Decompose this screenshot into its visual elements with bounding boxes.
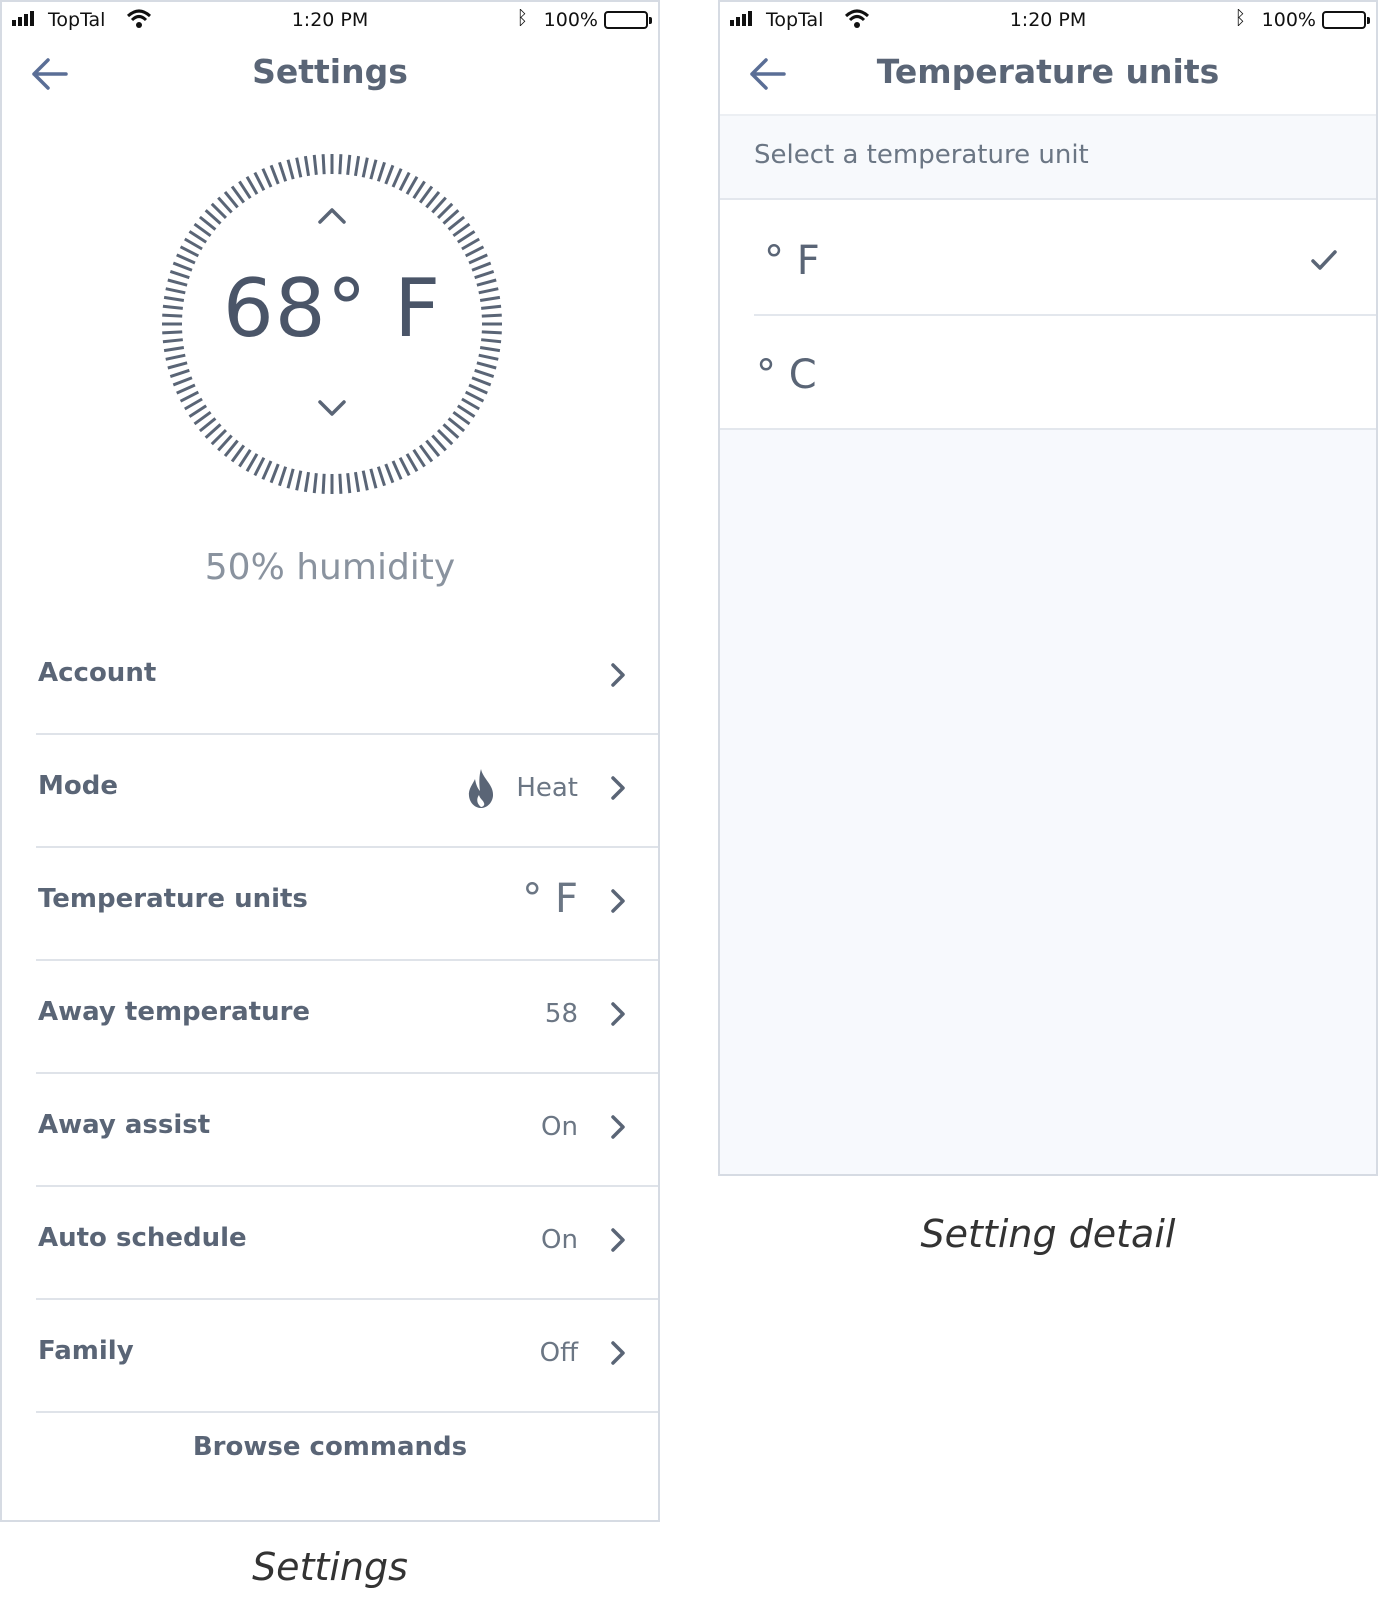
checkmark-icon [1311, 250, 1337, 270]
settings-screen: TopTal 1:20 PM ᛒ 100% Settings 68° F 50%… [0, 0, 660, 1522]
chevron-right-icon [611, 889, 625, 913]
section-header-text: Select a temperature unit [754, 140, 1089, 170]
battery-percent: 100% [543, 9, 598, 31]
battery-icon [1322, 11, 1370, 29]
settings-row-temperature-units[interactable]: Temperature units ° F [36, 848, 658, 961]
row-label: Account [38, 658, 157, 688]
page-title: Settings [252, 52, 408, 91]
caption-setting-detail: Setting detail [920, 1212, 1176, 1256]
section-header: Select a temperature unit [720, 116, 1376, 200]
unit-label: ° F [764, 238, 820, 284]
caption-settings: Settings [252, 1545, 408, 1589]
row-value: 58 [544, 999, 578, 1029]
flame-icon [468, 769, 494, 808]
row-label: Temperature units [38, 884, 308, 914]
row-value: ° F [522, 876, 578, 922]
chevron-right-icon [611, 776, 625, 800]
settings-row-account[interactable]: Account [36, 622, 658, 735]
chevron-right-icon [611, 663, 625, 687]
row-value: Off [539, 1338, 578, 1368]
unit-label: ° C [756, 352, 817, 398]
battery-icon [604, 11, 652, 29]
chevron-down-icon[interactable] [312, 396, 352, 422]
row-label: Family [38, 1336, 134, 1366]
chevron-right-icon [611, 1228, 625, 1252]
row-value: Heat [516, 773, 578, 803]
row-value: On [541, 1112, 578, 1142]
row-value: On [541, 1225, 578, 1255]
temperature-display: 68° F [222, 262, 442, 355]
settings-row-away-assist[interactable]: Away assist On [36, 1074, 658, 1187]
battery-percent: 100% [1261, 9, 1316, 31]
unit-option-celsius[interactable]: ° C [720, 316, 1376, 428]
status-bar: TopTal 1:20 PM ᛒ 100% [2, 2, 658, 38]
unit-option-fahrenheit[interactable]: ° F [720, 202, 1376, 314]
empty-area [720, 430, 1376, 1174]
settings-row-mode[interactable]: Mode Heat [36, 735, 658, 848]
status-bar: TopTal 1:20 PM ᛒ 100% [720, 2, 1376, 38]
row-label: Away assist [38, 1110, 211, 1140]
bluetooth-icon: ᛒ [516, 7, 528, 29]
settings-row-away-temperature[interactable]: Away temperature 58 [36, 961, 658, 1074]
row-label: Away temperature [38, 997, 311, 1027]
page-title: Temperature units [876, 52, 1220, 91]
chevron-right-icon [611, 1341, 625, 1365]
row-label: Auto schedule [38, 1223, 247, 1253]
settings-list: Account Mode Heat Temperature units ° F … [36, 622, 658, 1413]
bluetooth-icon: ᛒ [1234, 7, 1246, 29]
settings-row-family[interactable]: Family Off [36, 1300, 658, 1413]
setting-detail-screen: TopTal 1:20 PM ᛒ 100% Temperature units … [718, 0, 1378, 1176]
browse-commands-button[interactable]: Browse commands [2, 1432, 658, 1462]
nav-bar: Settings [2, 38, 658, 114]
nav-bar: Temperature units [720, 38, 1376, 114]
settings-row-auto-schedule[interactable]: Auto schedule On [36, 1187, 658, 1300]
row-label: Mode [38, 771, 118, 801]
thermostat-dial[interactable]: 68° F [150, 142, 514, 506]
chevron-up-icon[interactable] [312, 202, 352, 228]
chevron-right-icon [611, 1115, 625, 1139]
chevron-right-icon [611, 1002, 625, 1026]
humidity-label: 50% humidity [204, 547, 456, 588]
